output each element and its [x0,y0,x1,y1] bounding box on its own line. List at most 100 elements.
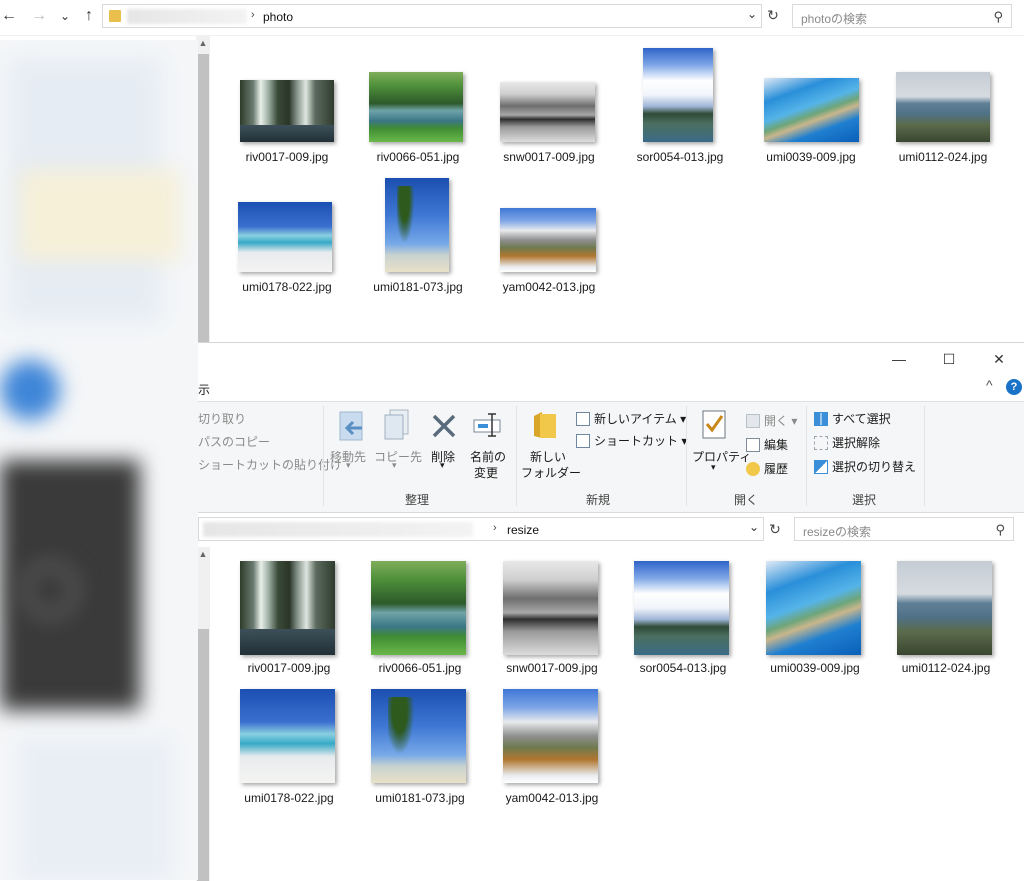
blurred-path [203,522,473,537]
search-box[interactable]: resizeの検索 ⚲ [794,517,1014,541]
file-name: umi0039-009.jpg [770,661,860,675]
select-all-button[interactable]: すべて選択 [814,410,891,427]
file-tile[interactable]: riv0066-051.jpg [371,557,491,675]
chevron-down-icon: ▾ [440,460,445,470]
thumbnail [369,72,463,142]
history-icon [746,462,760,476]
breadcrumb-resize[interactable]: resize [507,523,539,537]
nav-pane-scrollbar[interactable]: ▲ [196,547,210,881]
blur-region [0,360,60,420]
file-tile[interactable]: snw0017-009.jpg [503,557,623,675]
rename-button-line1[interactable]: 名前の [470,448,506,465]
open-button[interactable]: 開く ▾ [746,412,797,429]
thumbnail [634,561,729,655]
group-label-new: 新規 [586,493,611,507]
thumbnail [500,82,595,142]
chevron-down-icon: ▾ [711,462,716,472]
open-label: 開く [764,414,789,428]
copy-to-icon [382,408,412,442]
forward-arrow-icon[interactable]: → [30,6,48,26]
address-dropdown-icon[interactable]: ⌄ [749,520,759,534]
select-none-button[interactable]: 選択解除 [814,434,880,451]
search-placeholder: photoの検索 [801,12,868,26]
file-tile[interactable]: umi0178-022.jpg [240,687,360,805]
group-label-select: 選択 [852,493,877,507]
breadcrumb-photo[interactable]: photo [263,10,293,24]
rename-icon [472,410,504,440]
file-tile[interactable]: yam0042-013.jpg [503,687,623,805]
file-name: umi0112-024.jpg [898,150,988,164]
file-tile[interactable]: sor0054-013.jpg [631,44,751,164]
file-name: riv0066-051.jpg [378,661,462,675]
shortcut-button[interactable]: ショートカット ▾ [576,432,687,449]
file-tile[interactable]: umi0181-073.jpg [369,174,489,294]
refresh-icon[interactable]: ↻ [766,521,784,538]
scroll-up-icon[interactable]: ▲ [196,38,210,48]
edit-label: 編集 [764,438,789,452]
edit-button[interactable]: 編集 [746,436,788,453]
file-tile[interactable]: riv0017-009.jpg [240,557,360,675]
close-icon[interactable]: ✕ [976,347,1022,371]
history-button[interactable]: 履歴 [746,460,788,477]
invert-selection-icon [814,460,828,474]
cut-button[interactable]: 切り取り [198,410,246,427]
recent-locations-icon[interactable]: ⌄ [56,6,74,26]
collapse-ribbon-icon[interactable]: ^ [986,377,993,393]
new-folder-button-line1[interactable]: 新しい [530,448,566,465]
search-icon[interactable]: ⚲ [995,522,1005,538]
thumbnail [897,561,992,655]
file-tile[interactable]: yam0042-013.jpg [500,174,620,294]
file-tile[interactable]: umi0039-009.jpg [766,557,886,675]
file-tile[interactable]: umi0039-009.jpg [762,44,882,164]
scrollbar-thumb[interactable] [197,629,209,881]
delete-x-icon [430,412,458,440]
thumbnail [371,561,466,655]
minimize-icon[interactable]: — [876,347,922,371]
file-tile[interactable]: riv0017-009.jpg [238,44,358,164]
new-item-button[interactable]: 新しいアイテム ▾ [576,410,686,427]
file-tile[interactable]: umi0178-022.jpg [238,174,358,294]
search-icon[interactable]: ⚲ [993,9,1003,25]
chevron-down-icon: ▾ [346,460,351,470]
new-folder-button-line2[interactable]: フォルダー [521,464,581,481]
thumbnail [240,80,334,142]
ribbon-separator [323,406,324,506]
copy-to-button[interactable]: コピー先 [374,448,422,465]
select-all-label: すべて選択 [832,412,891,426]
paste-shortcut-button[interactable]: ショートカットの貼り付け [198,456,342,473]
file-tile[interactable]: snw0017-009.jpg [500,44,620,164]
up-arrow-icon[interactable]: ↑ [80,6,98,26]
properties-button[interactable]: プロパティ [692,448,751,465]
file-tile[interactable]: umi0181-073.jpg [371,687,491,805]
file-tile[interactable]: umi0112-024.jpg [894,44,1014,164]
tab-view-partial[interactable]: 示 [198,381,210,398]
scroll-up-icon[interactable]: ▲ [196,549,210,559]
address-box[interactable]: › resize ⌄ [198,517,764,541]
search-box[interactable]: photoの検索 ⚲ [792,4,1012,28]
file-name: umi0039-009.jpg [766,150,856,164]
thumbnail [896,72,990,142]
maximize-icon[interactable]: ☐ [926,347,972,371]
new-item-icon [576,412,590,426]
blur-region [20,560,80,620]
nav-pane-scrollbar[interactable]: ▲ [196,36,210,342]
rename-button-line2[interactable]: 変更 [474,464,498,481]
file-tile[interactable]: sor0054-013.jpg [634,557,754,675]
file-tile[interactable]: umi0112-024.jpg [897,557,1017,675]
thumbnail [371,689,466,783]
refresh-icon[interactable]: ↻ [764,7,782,24]
ribbon-separator [924,406,925,506]
scrollbar-thumb[interactable] [197,54,209,342]
address-box[interactable]: › photo ⌄ [102,4,762,28]
invert-selection-button[interactable]: 選択の切り替え [814,458,916,475]
file-tile[interactable]: riv0066-051.jpg [369,44,489,164]
copy-path-button[interactable]: パスのコピー [198,433,270,450]
thumbnail [240,689,335,783]
thumbnail [240,561,335,655]
thumbnail [503,561,598,655]
ribbon-separator [806,406,807,506]
help-icon[interactable]: ? [1006,379,1022,395]
address-dropdown-icon[interactable]: ⌄ [747,7,757,21]
blur-region [20,170,180,260]
back-arrow-icon[interactable]: ← [0,6,18,26]
